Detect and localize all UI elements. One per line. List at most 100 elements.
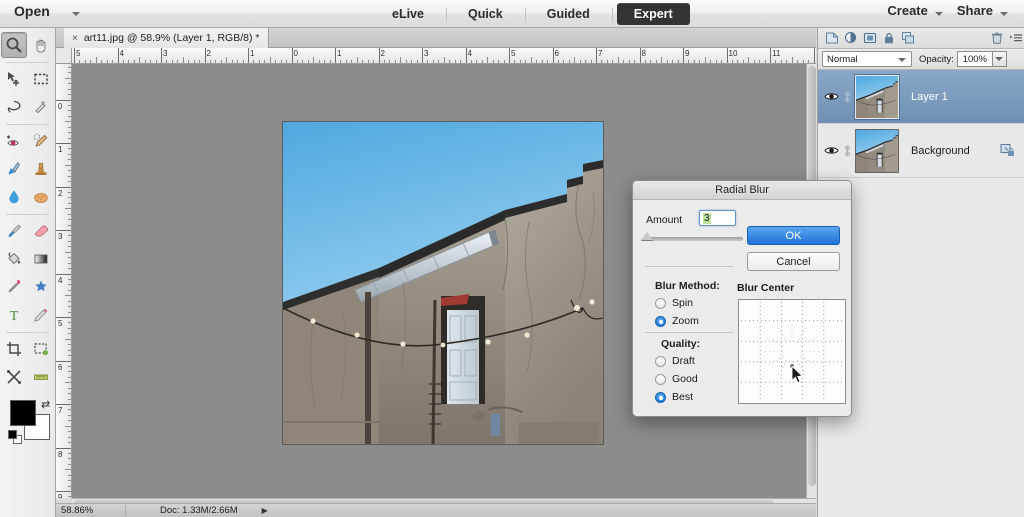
tab-guided[interactable]: Guided <box>530 3 613 25</box>
radio-zoom-icon[interactable] <box>655 315 666 327</box>
vertical-ruler[interactable]: 0 1 2 3 4 5 6 7 8 9 <box>56 64 72 498</box>
quality-option-best[interactable]: Best <box>655 391 693 403</box>
ruler-label: 1 <box>58 145 63 154</box>
create-button[interactable]: Create <box>887 3 927 18</box>
spot-healing-brush-tool[interactable] <box>29 128 55 154</box>
layer-thumbnail[interactable] <box>854 73 900 120</box>
custom-shape-tool[interactable] <box>29 274 55 300</box>
trash-icon[interactable] <box>987 29 1006 48</box>
adjustment-layer-icon[interactable] <box>841 29 860 48</box>
tab-elive[interactable]: eLive <box>375 3 447 25</box>
tab-expert[interactable]: Expert <box>616 3 690 25</box>
ruler-label: 3 <box>424 49 429 58</box>
new-layer-icon[interactable] <box>860 29 879 48</box>
mouse-cursor-icon <box>791 364 804 387</box>
chevron-down-icon[interactable] <box>898 58 906 62</box>
create-dropdown-caret-icon[interactable] <box>934 11 943 16</box>
blend-mode-select[interactable]: Normal <box>822 51 912 67</box>
swap-colors-icon[interactable]: ⇄ <box>41 398 50 411</box>
open-button[interactable]: Open <box>14 3 50 19</box>
foreground-color-swatch[interactable] <box>10 400 36 426</box>
layer-link-icon[interactable] <box>840 145 855 157</box>
blur-method-option-spin[interactable]: Spin <box>655 297 693 309</box>
close-tab-icon[interactable]: × <box>72 33 78 44</box>
default-colors-icon[interactable] <box>8 430 22 444</box>
lasso-tool[interactable] <box>1 94 27 120</box>
type-tool[interactable]: T <box>1 302 27 328</box>
document-tab[interactable]: × art11.jpg @ 58.9% (Layer 1, RGB/8) * <box>64 28 270 48</box>
zoom-tool[interactable] <box>1 32 27 58</box>
layer-row-background[interactable]: Background <box>818 124 1024 178</box>
layer-visibility-icon[interactable] <box>823 145 840 156</box>
ruler-minor-tick <box>791 57 793 63</box>
amount-slider-handle[interactable] <box>641 232 653 240</box>
share-button[interactable]: Share <box>957 3 993 18</box>
ruler-corner[interactable] <box>56 48 72 64</box>
amount-input[interactable]: 3 <box>699 210 736 226</box>
eraser-tool[interactable] <box>29 218 55 244</box>
brush-tool[interactable] <box>1 218 27 244</box>
ruler-label: 11 <box>772 49 781 58</box>
ruler-minor-tick <box>617 57 619 63</box>
ruler-major-tick <box>56 404 71 405</box>
paint-bucket-tool[interactable] <box>1 246 27 272</box>
dialog-body: Amount 3 OK Cancel Blur Method: Spin Zoo… <box>633 200 851 416</box>
ruler-label: 5 <box>511 49 516 58</box>
panel-menu-icon[interactable] <box>1006 29 1024 48</box>
dialog-title: Radial Blur <box>633 181 851 200</box>
sponge-tool[interactable] <box>29 184 55 210</box>
rectangular-marquee-tool[interactable] <box>29 66 55 92</box>
ruler-minor-tick <box>65 164 71 166</box>
share-dropdown-caret-icon[interactable] <box>1000 11 1008 16</box>
radio-good-icon[interactable] <box>655 373 666 385</box>
cookie-cutter-tool[interactable] <box>29 336 55 362</box>
crop-tool[interactable] <box>1 336 27 362</box>
image-document[interactable] <box>283 122 603 444</box>
straighten-tool[interactable] <box>29 364 55 390</box>
red-eye-removal-tool[interactable] <box>1 128 27 154</box>
layer-name[interactable]: Background <box>911 145 970 157</box>
quality-option-draft[interactable]: Draft <box>655 355 695 367</box>
layer-name[interactable]: Layer 1 <box>911 91 948 103</box>
duplicate-layer-icon[interactable] <box>898 29 917 48</box>
layer-row-layer-1[interactable]: Layer 1 <box>818 70 1024 124</box>
amount-slider-track[interactable] <box>645 237 743 241</box>
blur-center-preview[interactable] <box>738 299 846 404</box>
ok-button[interactable]: OK <box>747 226 840 245</box>
tab-quick[interactable]: Quick <box>451 3 526 25</box>
status-bar: 58.86% Doc: 1.33M/2.66M ▶ <box>56 503 816 517</box>
ruler-minor-tick <box>65 382 71 384</box>
layer-link-icon[interactable] <box>840 91 855 103</box>
ruler-label: 2 <box>206 49 211 58</box>
opacity-stepper[interactable] <box>992 51 1007 67</box>
lock-icon[interactable] <box>879 29 898 48</box>
radio-spin-icon[interactable] <box>655 297 666 309</box>
pencil-tool[interactable] <box>29 302 55 328</box>
horizontal-ruler[interactable]: 543210123456789101112 <box>72 48 816 64</box>
eyedropper-tool[interactable] <box>1 274 27 300</box>
ruler-major-tick <box>335 48 336 63</box>
ruler-major-tick <box>422 48 423 63</box>
layer-lock-badge-icon <box>1000 143 1015 161</box>
gradient-tool[interactable] <box>29 246 55 272</box>
radio-best-icon[interactable] <box>655 391 666 403</box>
status-expand-arrow-icon[interactable]: ▶ <box>262 506 268 515</box>
smart-brush-tool[interactable] <box>1 156 27 182</box>
zoom-level[interactable]: 58.86% <box>56 505 126 516</box>
radio-draft-icon[interactable] <box>655 355 666 367</box>
hand-tool[interactable] <box>29 32 54 58</box>
layer-thumbnail[interactable] <box>855 128 899 173</box>
quick-selection-tool[interactable] <box>29 94 55 120</box>
open-dropdown-caret-icon[interactable] <box>72 12 80 16</box>
layer-visibility-icon[interactable] <box>823 91 840 102</box>
move-tool[interactable] <box>1 66 27 92</box>
recompose-tool[interactable] <box>1 364 27 390</box>
blur-method-option-zoom[interactable]: Zoom <box>655 315 699 327</box>
radial-blur-dialog[interactable]: Radial Blur Amount 3 OK Cancel Blur Meth… <box>632 180 852 417</box>
blur-tool[interactable] <box>1 184 27 210</box>
clone-stamp-tool[interactable] <box>29 156 55 182</box>
add-layer-mask-icon[interactable] <box>822 29 841 48</box>
opacity-input[interactable]: 100% <box>956 51 993 67</box>
cancel-button[interactable]: Cancel <box>747 252 840 271</box>
quality-option-good[interactable]: Good <box>655 373 698 385</box>
